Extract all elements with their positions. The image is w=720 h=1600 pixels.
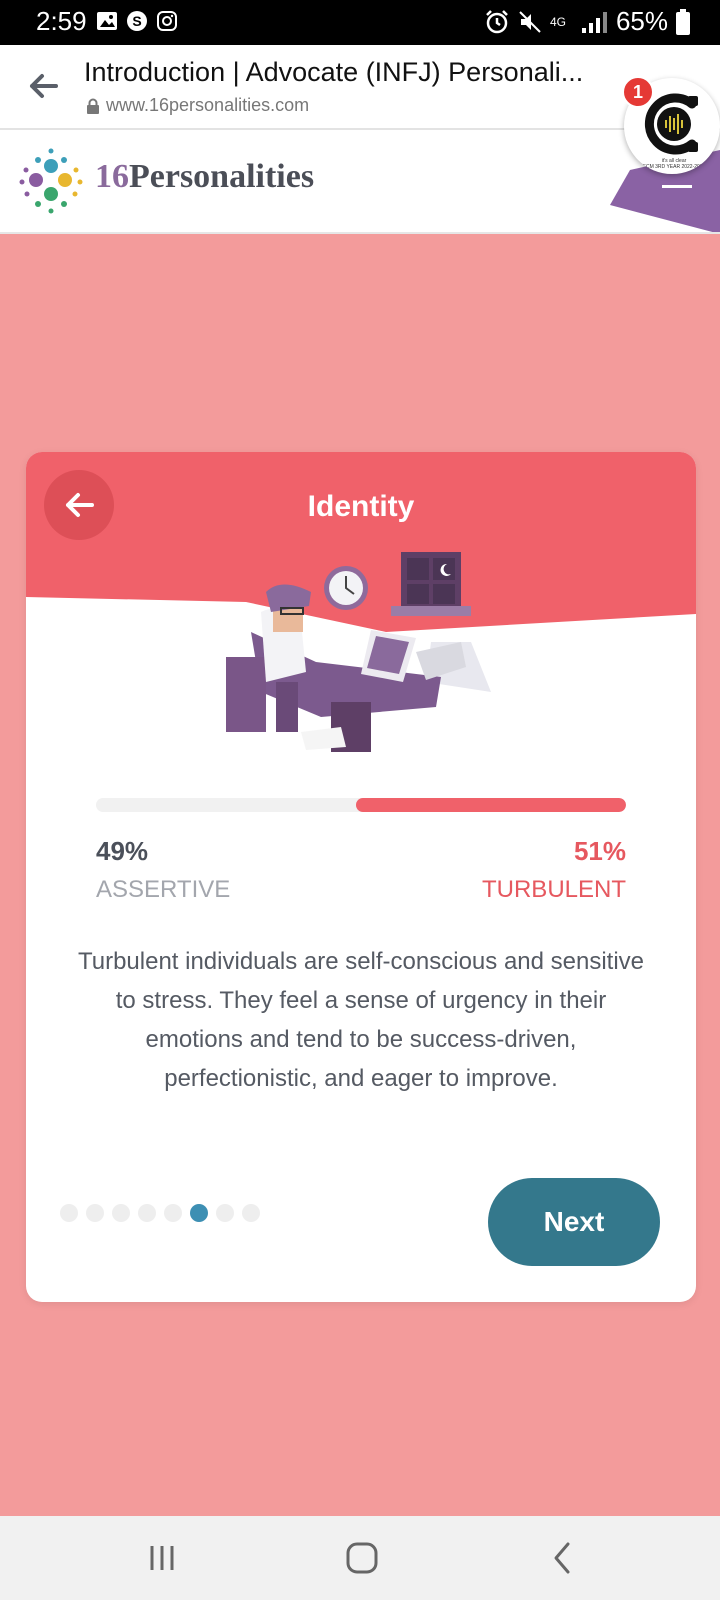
alarm-icon bbox=[486, 9, 508, 33]
turbulent-percent: 51% bbox=[573, 836, 626, 866]
bubble-caption: it's all clear ECM 3RD YEAR 2022-2023 bbox=[634, 158, 714, 170]
skype-icon: S bbox=[127, 11, 147, 31]
recent-apps-icon[interactable] bbox=[142, 1538, 182, 1578]
instagram-icon bbox=[157, 11, 177, 31]
notification-badge: 1 bbox=[622, 76, 654, 108]
page-title[interactable]: Introduction | Advocate (INFJ) Personali… bbox=[84, 57, 604, 88]
lock-icon bbox=[87, 98, 99, 114]
mute-icon bbox=[519, 10, 541, 33]
logo-number: 16 bbox=[95, 158, 129, 195]
trait-card: Identity 49% 51% ASSERTIVE TURBULENT Tur… bbox=[26, 452, 696, 1302]
url-text: www.16personalities.com bbox=[106, 95, 310, 115]
logo-dots-icon[interactable] bbox=[16, 146, 86, 216]
page-dot[interactable] bbox=[86, 1204, 104, 1222]
page-indicator bbox=[60, 1204, 260, 1222]
notification-icons: S bbox=[96, 10, 178, 32]
page-dot[interactable] bbox=[112, 1204, 130, 1222]
turbulent-fill bbox=[355, 798, 626, 812]
system-nav-bar bbox=[0, 1516, 720, 1600]
gallery-icon bbox=[97, 12, 117, 30]
logo-word: Personalities bbox=[129, 158, 315, 195]
page-dot[interactable] bbox=[242, 1204, 260, 1222]
trait-progress-bar bbox=[96, 798, 626, 812]
logo-text[interactable]: 16Personalities bbox=[95, 158, 314, 196]
page-dot[interactable] bbox=[60, 1204, 78, 1222]
signal-icon bbox=[581, 11, 607, 33]
network-type: 4G bbox=[549, 14, 566, 29]
battery-percent: 65% bbox=[615, 6, 668, 36]
page-dot[interactable] bbox=[190, 1204, 208, 1222]
site-header: 16Personalities bbox=[0, 130, 720, 234]
stressed-worker-illustration bbox=[226, 552, 491, 752]
assertive-percent: 49% bbox=[96, 836, 149, 866]
status-right: 4G 65% bbox=[484, 6, 690, 37]
bubble-caption-line2: ECM 3RD YEAR 2022-2023 bbox=[642, 164, 706, 170]
page-dot[interactable] bbox=[216, 1204, 234, 1222]
page-url[interactable]: www.16personalities.com bbox=[86, 95, 309, 116]
battery-icon bbox=[676, 8, 690, 35]
assertive-label: ASSERTIVE bbox=[96, 876, 231, 903]
turbulent-label: TURBULENT bbox=[481, 876, 626, 903]
trait-description: Turbulent individuals are self-conscious… bbox=[77, 948, 645, 1092]
home-icon[interactable] bbox=[342, 1538, 382, 1578]
svg-text:S: S bbox=[132, 13, 141, 29]
back-icon[interactable] bbox=[544, 1538, 584, 1578]
next-button[interactable]: Next bbox=[488, 1178, 660, 1266]
page-dot[interactable] bbox=[138, 1204, 156, 1222]
browser-toolbar: Introduction | Advocate (INFJ) Personali… bbox=[0, 45, 720, 130]
back-arrow-icon[interactable] bbox=[26, 69, 60, 103]
card-title: Identity bbox=[307, 490, 415, 523]
status-time: 2:59 bbox=[36, 6, 87, 36]
status-bar: 2:59 S 4G 65% bbox=[0, 0, 720, 45]
page-dot[interactable] bbox=[164, 1204, 182, 1222]
